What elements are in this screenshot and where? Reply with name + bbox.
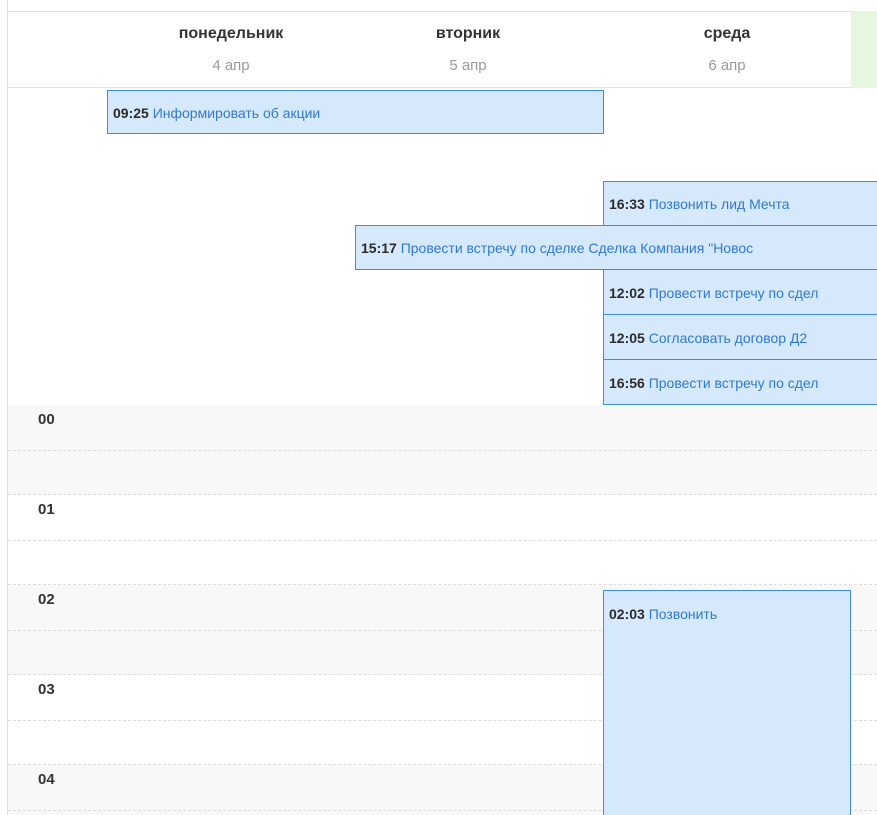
hour-label: 03 bbox=[38, 681, 55, 698]
event-time: 12:05 bbox=[609, 330, 645, 346]
event-time: 16:33 bbox=[609, 196, 645, 212]
day-header-wednesday[interactable]: среда 6 апр bbox=[627, 11, 827, 88]
event-time: 09:25 bbox=[113, 105, 149, 121]
event-time: 12:02 bbox=[609, 285, 645, 301]
event-title: Согласовать договор Д2 bbox=[648, 330, 808, 346]
timed-event-item[interactable]: 02:03 Позвонить bbox=[603, 590, 851, 815]
half-hour-line bbox=[8, 450, 877, 451]
event-time: 15:17 bbox=[361, 240, 397, 256]
event-time: 02:03 bbox=[609, 606, 645, 622]
week-calendar: понедельник 4 апр вторник 5 апр среда 6 … bbox=[0, 0, 877, 815]
event-title: Информировать об акции bbox=[152, 105, 321, 121]
day-name: понедельник bbox=[178, 25, 284, 42]
event-title: Провести встречу по сдел bbox=[648, 285, 819, 301]
half-hour-line bbox=[8, 540, 877, 541]
hour-label: 04 bbox=[38, 771, 55, 788]
event-title: Провести встречу по сделке Сделка Компан… bbox=[400, 240, 754, 256]
event-item[interactable]: 12:05 Согласовать договор Д2 bbox=[603, 314, 877, 360]
event-item[interactable]: 09:25 Информировать об акции bbox=[107, 90, 604, 134]
event-title: Провести встречу по сдел bbox=[648, 375, 819, 391]
event-item[interactable]: 16:33 Позвонить лид Мечта bbox=[603, 181, 877, 226]
event-item[interactable]: 12:02 Провести встречу по сдел bbox=[603, 269, 877, 315]
day-name: среда bbox=[703, 25, 751, 42]
day-date: 6 апр bbox=[708, 57, 746, 74]
day-header-monday[interactable]: понедельник 4 апр bbox=[131, 11, 331, 88]
day-header-tuesday[interactable]: вторник 5 апр bbox=[368, 11, 568, 88]
hour-row-01[interactable]: 01 bbox=[8, 495, 877, 585]
day-name: вторник bbox=[435, 25, 501, 42]
hour-label: 02 bbox=[38, 591, 55, 608]
event-title: Позвонить лид Мечта bbox=[648, 196, 790, 212]
hour-label: 00 bbox=[38, 411, 55, 428]
day-date: 5 апр bbox=[449, 57, 487, 74]
event-item[interactable]: 16:56 Провести встречу по сдел bbox=[603, 359, 877, 405]
hour-row-00[interactable]: 00 bbox=[8, 405, 877, 495]
hour-label: 01 bbox=[38, 501, 55, 518]
day-date: 4 апр bbox=[212, 57, 250, 74]
today-column-highlight bbox=[851, 11, 877, 88]
event-title: Позвонить bbox=[648, 606, 718, 622]
event-time: 16:56 bbox=[609, 375, 645, 391]
event-item[interactable]: 15:17 Провести встречу по сделке Сделка … bbox=[355, 225, 877, 270]
